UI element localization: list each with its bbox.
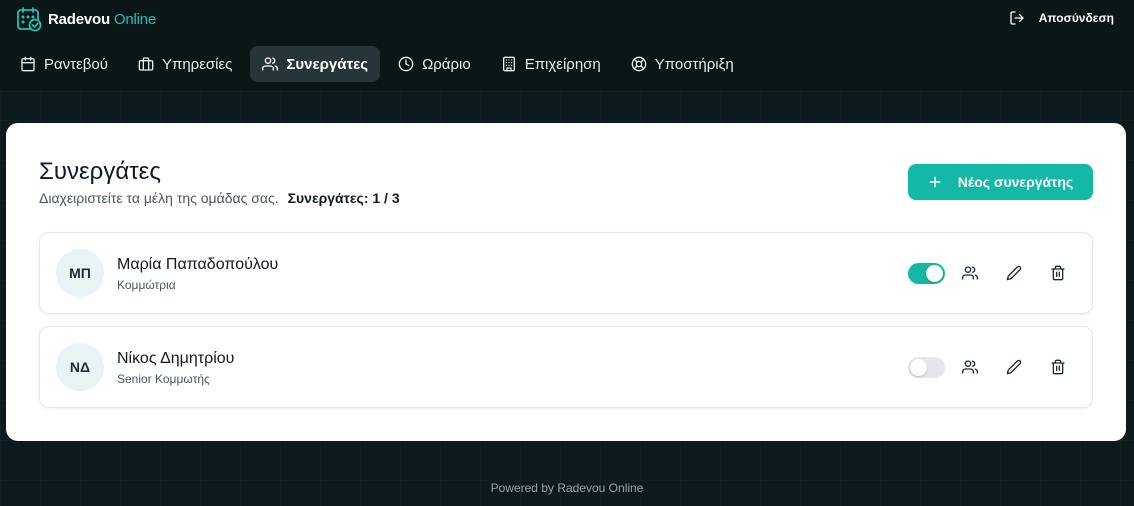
member-row: ΝΔ Νίκος Δημητρίου Senior Κομμωτής xyxy=(39,326,1093,408)
trash-icon xyxy=(1050,359,1066,375)
calendar-icon xyxy=(20,56,36,72)
nav-item-label: Υπηρεσίες xyxy=(161,55,233,73)
partners-card: Συνεργάτες Διαχειριστείτε τα μέλη της ομ… xyxy=(6,123,1126,441)
toggle-knob xyxy=(926,265,943,282)
nav-item-label: Συνεργάτες xyxy=(286,55,369,73)
brand-name: Radevou Online xyxy=(48,11,156,28)
team-button[interactable] xyxy=(961,358,979,376)
lifebuoy-icon xyxy=(631,56,647,72)
briefcase-icon xyxy=(138,56,154,72)
users-icon xyxy=(962,359,978,375)
edit-button[interactable] xyxy=(1005,264,1023,282)
delete-button[interactable] xyxy=(1049,358,1067,376)
member-row: ΜΠ Μαρία Παπαδοπούλου Κομμώτρια xyxy=(39,232,1093,314)
nav-item-schedule[interactable]: Ωράριο xyxy=(386,46,483,82)
nav-item-label: Υποστήριξη xyxy=(654,55,734,73)
nav-item-partners[interactable]: Συνεργάτες xyxy=(250,46,381,82)
partner-count: Συνεργάτες: 1 / 3 xyxy=(288,190,400,206)
member-name: Μαρία Παπαδοπούλου xyxy=(117,256,279,273)
logout-icon xyxy=(1009,10,1025,26)
building-icon xyxy=(501,56,517,72)
page-subtitle: Διαχειριστείτε τα μέλη της ομάδας σας. Σ… xyxy=(39,190,400,206)
edit-button[interactable] xyxy=(1005,358,1023,376)
plus-icon xyxy=(928,175,942,189)
nav-item-label: Επιχείρηση xyxy=(524,55,601,73)
calendar-check-icon xyxy=(16,6,42,32)
nav-item-support[interactable]: Υποστήριξη xyxy=(619,46,746,82)
nav-item-business[interactable]: Επιχείρηση xyxy=(489,46,613,82)
users-icon xyxy=(262,56,279,72)
trash-icon xyxy=(1050,265,1066,281)
logout-button[interactable]: Αποσύνδεση xyxy=(1009,8,1114,28)
pencil-icon xyxy=(1006,265,1022,281)
users-icon xyxy=(962,265,978,281)
brand-name-suffix: Online xyxy=(113,10,157,28)
pencil-icon xyxy=(1006,359,1022,375)
footer: Powered by Radevou Online xyxy=(0,481,1134,495)
brand-logo[interactable]: Radevou Online xyxy=(16,5,156,33)
team-button[interactable] xyxy=(961,264,979,282)
active-toggle[interactable] xyxy=(908,357,945,378)
partner-count-value: 1 / 3 xyxy=(372,190,400,206)
member-role: Senior Κομμωτής xyxy=(117,372,210,386)
member-role: Κομμώτρια xyxy=(117,278,176,292)
subtitle-text: Διαχειριστείτε τα μέλη της ομάδας σας. xyxy=(39,190,279,206)
main-nav: Ραντεβού Υπηρεσίες Συνεργάτες Ωράριο Επι… xyxy=(8,46,746,82)
new-partner-button[interactable]: Νέος συνεργάτης xyxy=(908,164,1093,200)
footer-text: Powered by Radevou Online xyxy=(490,481,644,495)
partner-count-label: Συνεργάτες: xyxy=(287,190,369,206)
nav-item-services[interactable]: Υπηρεσίες xyxy=(126,46,244,82)
avatar: ΝΔ xyxy=(56,343,104,391)
toggle-knob xyxy=(910,359,927,376)
top-bar: Radevou Online Αποσύνδεση Ραντεβού Υπηρε… xyxy=(0,0,1134,92)
avatar: ΜΠ xyxy=(56,249,104,297)
nav-item-label: Ραντεβού xyxy=(44,55,108,73)
nav-item-label: Ωράριο xyxy=(422,55,471,73)
nav-item-appointments[interactable]: Ραντεβού xyxy=(8,46,120,82)
clock-icon xyxy=(398,56,414,72)
page-title: Συνεργάτες xyxy=(39,158,161,185)
member-name: Νίκος Δημητρίου xyxy=(117,350,235,367)
active-toggle[interactable] xyxy=(908,263,945,284)
delete-button[interactable] xyxy=(1049,264,1067,282)
logout-label: Αποσύνδεση xyxy=(1038,11,1114,25)
brand-name-main: Radevou xyxy=(48,10,110,28)
new-partner-label: Νέος συνεργάτης xyxy=(957,174,1074,190)
